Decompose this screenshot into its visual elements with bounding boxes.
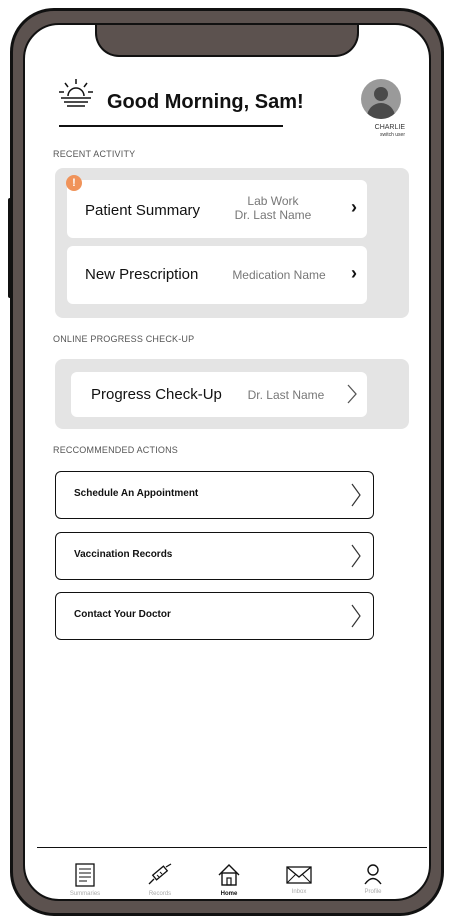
document-icon xyxy=(75,863,95,887)
recommended-actions-label: RECCOMMENDED ACTIONS xyxy=(53,445,179,455)
patient-summary-title: Patient Summary xyxy=(85,202,201,219)
nav-label: Profile xyxy=(364,889,382,895)
nav-label: Summaries xyxy=(69,891,101,897)
online-checkup-panel: Progress Check-Up Dr. Last Name xyxy=(55,359,409,429)
chevron-right-icon xyxy=(351,544,361,568)
recent-activity-label: RECENT ACTIVITY xyxy=(53,149,136,159)
new-prescription-title: New Prescription xyxy=(85,266,199,283)
user-name: CHARLIE xyxy=(374,124,405,131)
new-prescription-card[interactable]: New Prescription Medication Name › xyxy=(67,246,367,304)
chevron-right-icon: › xyxy=(351,197,357,217)
nav-item-profile[interactable]: Profile xyxy=(343,863,403,899)
contact-doctor-label: Contact Your Doctor xyxy=(74,609,171,620)
doctor-name-text: Dr. Last Name xyxy=(247,388,325,402)
vaccination-records-label: Vaccination Records xyxy=(74,549,173,560)
vaccination-records-button[interactable]: Vaccination Records xyxy=(55,532,374,580)
greeting-underline xyxy=(59,125,283,127)
chevron-right-icon: › xyxy=(351,263,357,283)
notch xyxy=(95,25,359,57)
nav-item-home[interactable]: Home xyxy=(199,863,259,899)
phone-frame: Good Morning, Sam! CHARLIE switch user R… xyxy=(10,8,444,916)
avatar[interactable] xyxy=(361,79,401,119)
nav-label-active: Home xyxy=(220,891,238,897)
greeting-title: Good Morning, Sam! xyxy=(107,91,304,113)
switch-user-link[interactable]: switch user xyxy=(380,132,405,138)
chevron-right-icon xyxy=(351,483,361,507)
avatar-head xyxy=(374,87,388,101)
schedule-appointment-label: Schedule An Appointment xyxy=(74,488,199,499)
lab-work-text: Lab Work xyxy=(247,194,299,208)
progress-checkup-title: Progress Check-Up xyxy=(91,386,222,403)
medication-name-text: Medication Name xyxy=(232,268,326,282)
nav-label: Inbox xyxy=(291,889,307,895)
nav-divider xyxy=(37,847,427,848)
contact-doctor-button[interactable]: Contact Your Doctor xyxy=(55,592,374,640)
header: Good Morning, Sam! CHARLIE switch user xyxy=(59,77,409,147)
recent-activity-panel: ! Patient Summary Lab Work Dr. Last Name… xyxy=(55,168,409,318)
online-checkup-label: ONLINE PROGRESS CHECK-UP xyxy=(53,334,195,344)
avatar-body xyxy=(367,103,395,119)
progress-checkup-card[interactable]: Progress Check-Up Dr. Last Name xyxy=(71,372,367,417)
home-icon xyxy=(218,864,240,886)
syringe-icon xyxy=(148,863,172,885)
doctor-name-text: Dr. Last Name xyxy=(234,208,312,222)
envelope-icon xyxy=(286,866,312,884)
nav-item-records[interactable]: Records xyxy=(130,863,190,899)
patient-summary-card[interactable]: ! Patient Summary Lab Work Dr. Last Name… xyxy=(66,175,367,238)
nav-item-summaries[interactable]: Summaries xyxy=(55,863,115,899)
sunrise-icon xyxy=(59,79,93,107)
person-icon xyxy=(364,864,382,885)
chevron-right-icon xyxy=(347,384,357,404)
nav-item-inbox[interactable]: Inbox xyxy=(269,863,329,899)
screen: Good Morning, Sam! CHARLIE switch user R… xyxy=(23,23,431,901)
nav-label: Records xyxy=(148,891,172,897)
alert-icon: ! xyxy=(66,175,82,191)
schedule-appointment-button[interactable]: Schedule An Appointment xyxy=(55,471,374,519)
chevron-right-icon xyxy=(351,604,361,628)
